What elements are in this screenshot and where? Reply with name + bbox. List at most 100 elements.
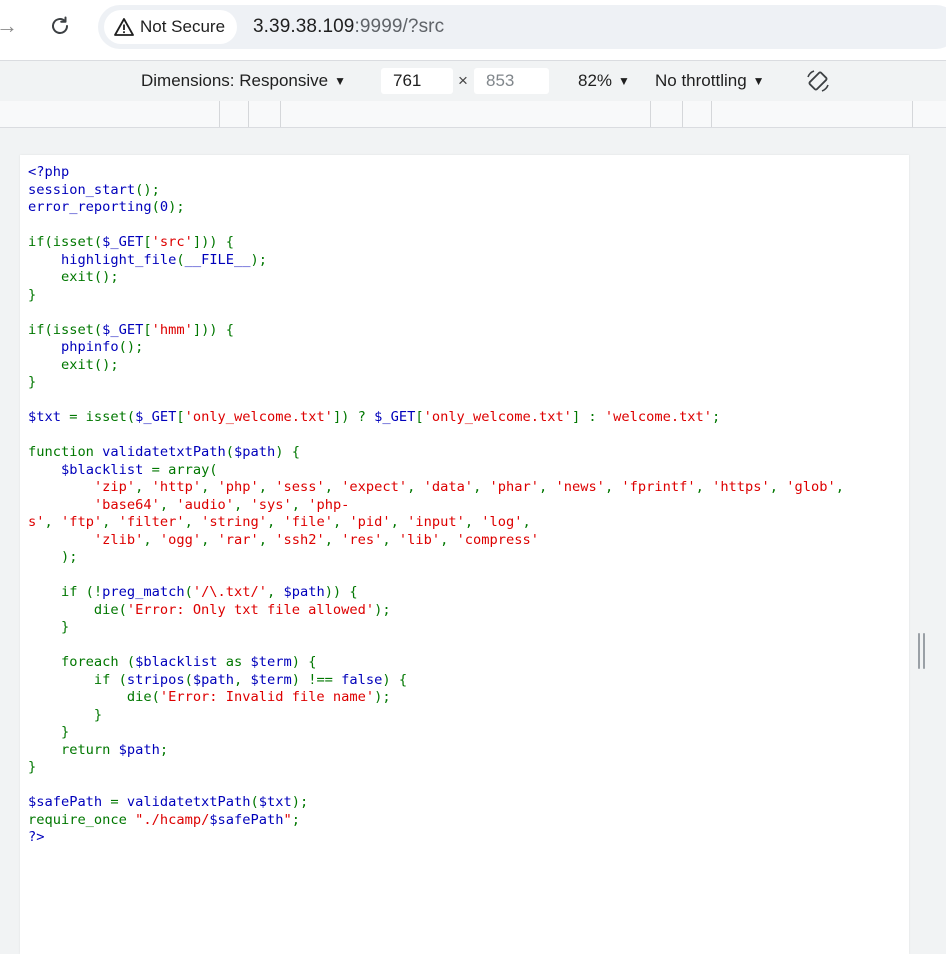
code-line: } xyxy=(28,759,36,775)
forward-arrow-icon[interactable]: → xyxy=(0,14,18,38)
code-line: } xyxy=(28,724,69,740)
code-token: 'hmm' xyxy=(151,321,193,338)
code-token: )) { xyxy=(324,584,358,600)
code-token: 'welcome.txt' xyxy=(604,409,713,425)
dimensions-dropdown[interactable]: Dimensions: Responsive ▼ xyxy=(141,71,346,91)
code-token: 'compress' xyxy=(456,531,539,548)
code-token: , xyxy=(604,479,622,495)
code-token: 'news' xyxy=(555,479,605,495)
media-query-ruler[interactable] xyxy=(0,101,946,128)
code-token: "./hcamp/ xyxy=(135,811,210,828)
code-token: , xyxy=(201,531,218,548)
code-token: , xyxy=(407,479,424,495)
code-line: 'zlib', 'ogg', 'rar', 'ssh2', 'res', 'li… xyxy=(28,532,539,548)
code-token: ); xyxy=(250,251,268,268)
width-input[interactable]: 761 xyxy=(381,68,453,94)
url-text[interactable]: 3.39.38.109:9999/?src xyxy=(253,15,444,39)
code-token: 'lib' xyxy=(398,531,441,548)
code-token: , xyxy=(234,671,251,688)
code-token: preg_match xyxy=(102,584,185,600)
dropdown-caret-icon: ▼ xyxy=(752,74,765,88)
code-token: , xyxy=(184,514,202,530)
code-token: $_GET xyxy=(135,409,177,425)
code-line: $txt = isset($_GET['only_welcome.txt']) … xyxy=(28,409,720,425)
code-token: ; xyxy=(712,409,721,425)
code-token: function xyxy=(28,444,103,460)
code-token: , xyxy=(522,514,531,530)
code-line: if (stripos($path, $term) !== false) { xyxy=(28,672,407,688)
code-token: ) { xyxy=(275,444,300,460)
code-token: die( xyxy=(28,601,127,618)
php-source-code: <?php session_start(); error_reporting(0… xyxy=(28,164,844,847)
code-token: 'file' xyxy=(283,514,333,530)
code-line: ); xyxy=(28,549,78,565)
code-token: } xyxy=(28,286,37,303)
height-input[interactable]: 853 xyxy=(474,68,549,94)
code-token: $blacklist xyxy=(135,654,226,670)
code-token: 'src' xyxy=(151,234,193,250)
code-token: } xyxy=(28,724,70,740)
reload-icon[interactable] xyxy=(48,14,72,38)
zoom-dropdown[interactable]: 82% ▼ xyxy=(578,71,630,91)
code-line: $safePath = validatetxtPath($txt); xyxy=(28,794,308,810)
code-token: , xyxy=(464,514,482,530)
code-token: '/\.txt/' xyxy=(192,584,267,600)
code-token: ])) { xyxy=(192,234,235,250)
code-token: ( xyxy=(151,199,160,215)
code-token: , xyxy=(102,514,119,530)
code-token: , xyxy=(332,514,350,530)
code-line: } xyxy=(28,374,36,390)
security-label: Not Secure xyxy=(140,17,226,36)
page-viewport: <?php session_start(); error_reporting(0… xyxy=(20,155,909,954)
code-token: [ xyxy=(176,409,185,425)
dropdown-caret-icon: ▼ xyxy=(334,74,346,88)
code-token: , xyxy=(44,514,61,530)
code-token: $_GET xyxy=(374,409,416,425)
code-token: if(isset( xyxy=(28,234,103,250)
code-token: $txt xyxy=(28,409,70,425)
code-token: foreach ( xyxy=(28,654,136,670)
code-token: } xyxy=(28,759,37,775)
security-chip[interactable]: Not Secure xyxy=(104,10,238,44)
code-line: die('Error: Invalid file name'); xyxy=(28,689,391,705)
code-token: require_once xyxy=(28,811,136,828)
rotate-icon[interactable] xyxy=(804,67,832,95)
code-line: return $path; xyxy=(28,742,168,758)
code-token: , xyxy=(267,584,284,600)
code-token: phpinfo xyxy=(60,339,119,355)
code-token: 'Error: Only txt file allowed' xyxy=(126,601,375,618)
code-token: ( xyxy=(176,251,185,268)
code-line: s', 'ftp', 'filter', 'string', 'file', '… xyxy=(28,514,531,530)
throttling-dropdown[interactable]: No throttling ▼ xyxy=(655,71,765,91)
code-token: 'zip' xyxy=(93,479,136,495)
address-bar[interactable]: Not Secure 3.39.38.109:9999/?src xyxy=(98,5,946,49)
code-line: } xyxy=(28,707,102,723)
code-token: <?php xyxy=(28,164,70,180)
code-token: 'glob' xyxy=(786,479,836,495)
code-token: 'sess' xyxy=(275,479,325,495)
code-token: , xyxy=(201,479,218,495)
code-token: , xyxy=(835,479,844,495)
code-token: 'log' xyxy=(481,514,523,530)
throttling-label: No throttling xyxy=(655,71,747,90)
code-token: ( xyxy=(184,671,193,688)
code-token: $path xyxy=(234,444,276,460)
code-token: 'string' xyxy=(201,514,268,530)
code-token: session_start xyxy=(28,181,136,198)
code-token: , xyxy=(135,479,152,495)
code-line: 'base64', 'audio', 'sys', 'php- xyxy=(28,497,349,513)
code-token: $term xyxy=(250,671,292,688)
code-token: ( xyxy=(184,584,193,600)
code-token: 'fprintf' xyxy=(621,479,696,495)
code-token: 'http' xyxy=(151,479,202,495)
code-line: exit(); xyxy=(28,269,119,285)
code-token: 'ftp' xyxy=(60,514,103,530)
viewport-resize-handle[interactable] xyxy=(918,633,926,669)
code-token: , xyxy=(291,496,309,513)
code-token: 'rar' xyxy=(217,531,259,548)
code-token: ); xyxy=(291,794,309,810)
code-token: (); xyxy=(118,339,144,355)
